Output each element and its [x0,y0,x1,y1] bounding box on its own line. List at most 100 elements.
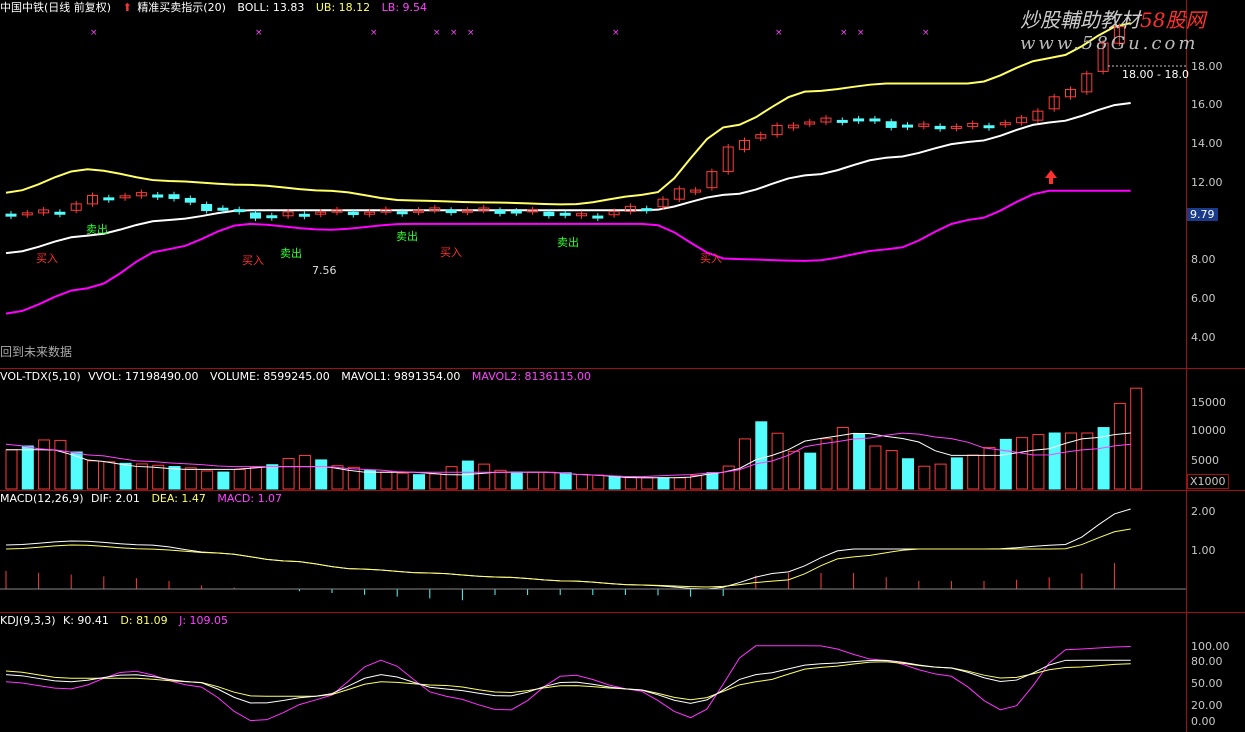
candle [233,209,245,213]
macd-tick: 1.00 [1191,544,1216,557]
kdj-axis: 100.00 80.00 50.00 20.00 0.00 [1186,613,1245,732]
volume-bar [608,475,621,490]
volume-bar [87,460,99,490]
volume-bar [119,462,132,490]
volume-bar [918,465,931,490]
candle [494,209,506,214]
candle [934,125,946,130]
sell-signal: 卖出 [396,229,418,243]
boll-mid-line [5,102,1131,255]
volume-bar [184,467,197,490]
volume-bar [233,469,246,490]
volume-bar [1130,387,1143,490]
volume-bar [298,454,311,490]
volume-bar [38,439,51,490]
sell-signal: 卖出 [86,222,108,236]
volume-bar [1048,432,1061,490]
candle [250,212,261,219]
candle [445,209,457,214]
candle [853,118,865,122]
candle [217,207,229,211]
price-tick: 4.00 [1191,331,1216,344]
candle [396,211,408,215]
candle [885,121,897,128]
vol-tick: 5000 [1191,454,1219,467]
candle [103,197,115,201]
volume-bar [445,466,458,490]
candle [836,119,848,123]
candle [641,208,653,212]
price-chart[interactable]: × × × × × × × × × × ×买入 买入买入 买入卖出卖出卖出 卖出 [0,0,1186,368]
volume-bar [902,458,914,490]
candle [983,125,995,129]
volume-bar [722,465,735,490]
kdj-panel[interactable]: KDJ(9,3,3) K: 90.41 D: 81.09 J: 109.05 1… [0,613,1245,732]
volume-bar [217,471,230,490]
volume-bar [396,472,409,490]
volume-bar [967,454,980,490]
volume-bar [315,459,328,490]
volume-chart[interactable] [0,369,1186,490]
watermark-brand: 58股网 [1140,8,1206,32]
volume-bar [641,477,654,490]
range-label: 18.00 - 18.0 [1122,68,1189,81]
volume-bar [201,470,214,490]
buy-signal: 买入 [36,252,58,265]
lb-line [5,189,1131,315]
volume-bar [771,432,784,490]
volume-bar [510,471,523,490]
buy-signal: 买入 [242,254,264,267]
price-tick: 14.00 [1191,137,1223,150]
volume-bar [592,474,605,490]
j-line [5,645,1131,722]
candle [201,203,213,212]
volume-bar [168,466,181,490]
price-tick: 6.00 [1191,292,1216,305]
volume-bar [135,463,148,490]
candle [559,212,571,216]
price-panel[interactable]: 中国中铁(日线 前复权) ⬆ 精准买卖指示(20) BOLL: 13.83 UB… [0,0,1245,369]
kdj-tick: 50.00 [1191,677,1223,690]
macd-tick: 2.00 [1191,505,1216,518]
volume-panel[interactable]: VOL-TDX(5,10) VVOL: 17198490.00 VOLUME: … [0,369,1245,491]
sell-signal: 卖出 [280,246,302,260]
volume-bar [1032,434,1045,490]
kdj-chart[interactable] [0,613,1186,732]
kdj-tick: 80.00 [1191,655,1223,668]
candle [266,215,278,219]
volume-bar [250,466,262,490]
volume-bar [706,472,719,490]
volume-bar [429,473,442,490]
volume-bar [364,469,377,490]
volume-bar [836,427,849,490]
signal-marker: × [370,28,378,38]
sell-signal: 卖出 [557,235,579,249]
volume-bar [853,433,866,490]
volume-bar [804,452,817,490]
kdj-tick: 0.00 [1191,715,1216,728]
watermark-line1: 炒股輔助教材 [1020,8,1140,32]
signal-marker: × [775,28,783,38]
volume-bar [413,474,425,490]
volume-bar [559,472,572,490]
buy-signal: 买入 [440,246,462,259]
volume-bar [983,447,996,490]
macd-panel[interactable]: MACD(12,26,9) DIF: 2.01 DEA: 1.47 MACD: … [0,491,1245,613]
macd-chart[interactable] [0,491,1186,612]
d-line [5,661,1131,701]
dea-line [5,528,1131,588]
candle [869,118,881,122]
volume-bar [103,461,116,490]
candle [152,194,164,198]
vol-unit: X1000 [1187,474,1229,489]
signal-marker: × [840,28,848,38]
price-tick: 18.00 [1191,60,1223,73]
candle [347,211,359,216]
candle [54,211,66,215]
volume-bar [657,477,670,490]
no-data-text: 回到未来数据 [0,345,73,359]
volume-bar [21,445,34,490]
volume-bar [282,458,295,490]
volume-bar [152,464,165,490]
price-tick: 16.00 [1191,98,1223,111]
